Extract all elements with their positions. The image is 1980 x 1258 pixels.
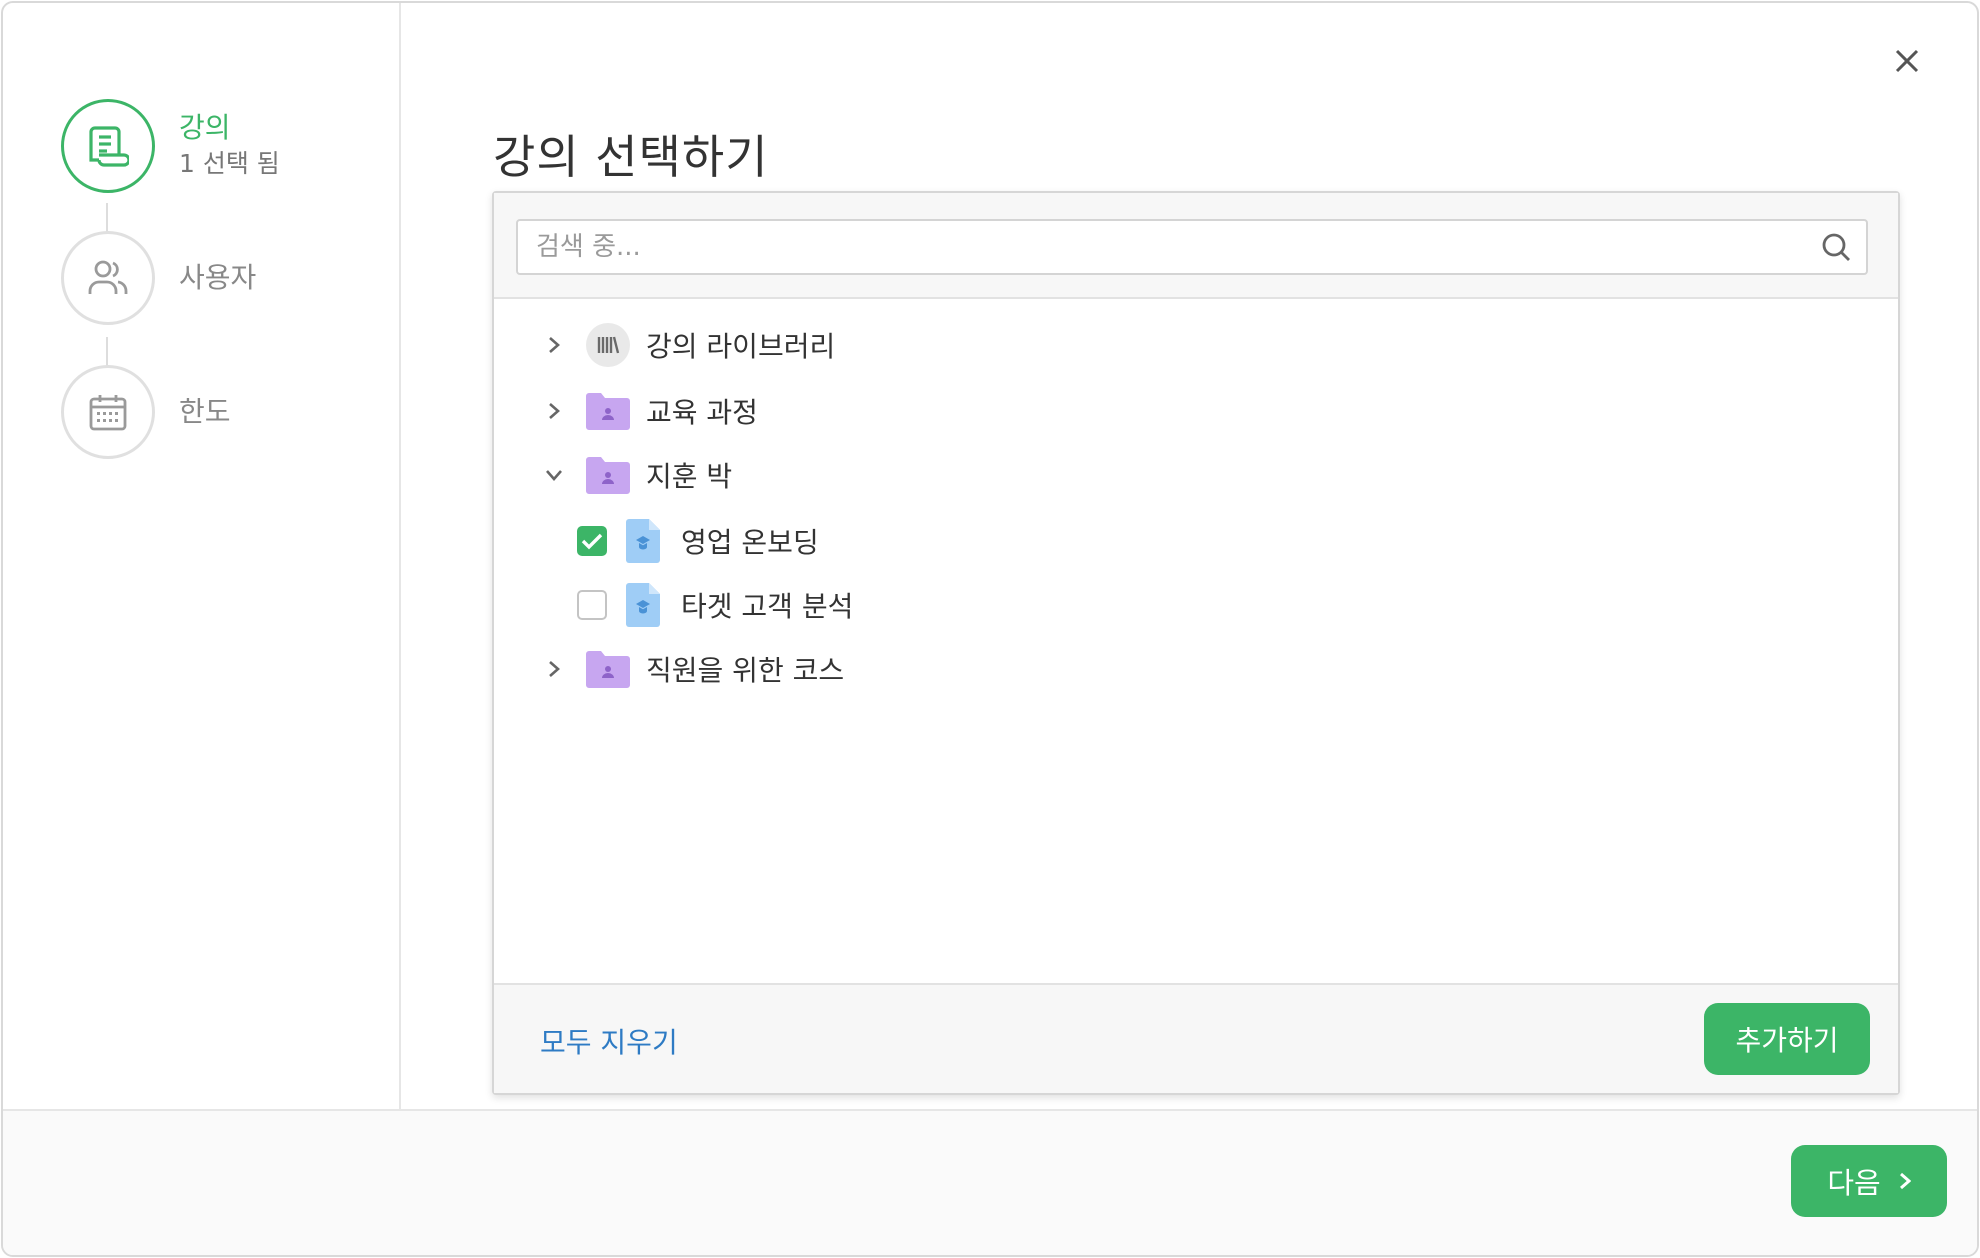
picker-footer: 모두 지우기 추가하기 (494, 983, 1898, 1093)
step-circle (61, 231, 155, 325)
add-button[interactable]: 추가하기 (1704, 1003, 1870, 1075)
step-connector (106, 337, 108, 367)
search-box (516, 219, 1868, 275)
library-icon (586, 323, 630, 367)
course-checkbox[interactable] (577, 526, 607, 556)
page-title: 강의 선택하기 (493, 130, 769, 184)
users-icon (88, 260, 128, 294)
course-file-icon (621, 519, 665, 563)
step-title: 한도 (179, 395, 231, 428)
step-connector (106, 203, 108, 233)
course-file-icon (621, 583, 665, 627)
tree-item-folder[interactable]: 직원을 위한 코스 (536, 643, 844, 695)
tree-item-label: 교육 과정 (646, 396, 758, 429)
clear-all-link[interactable]: 모두 지우기 (540, 1021, 678, 1061)
chevron-down-icon[interactable] (536, 457, 572, 493)
tree-item-folder[interactable]: 교육 과정 (536, 385, 758, 437)
stepper: 강의 1 선택 됨 사용자 한도 (3, 3, 401, 1109)
folder-user-icon (586, 453, 630, 497)
course-doc-icon (89, 126, 129, 167)
step-title: 사용자 (179, 261, 257, 294)
tree-item-library[interactable]: 강의 라이브러리 (536, 319, 835, 371)
step-circle (61, 365, 155, 459)
next-button[interactable]: 다음 (1791, 1145, 1947, 1217)
folder-user-icon (586, 389, 630, 433)
tree-item-folder[interactable]: 지훈 박 (536, 449, 732, 501)
chevron-right-icon[interactable] (536, 393, 572, 429)
step-limits[interactable]: 한도 (61, 365, 231, 459)
course-checkbox[interactable] (577, 590, 607, 620)
chevron-right-icon (1899, 1171, 1911, 1191)
tree-item-course[interactable]: 영업 온보딩 (577, 515, 819, 567)
tree-item-label: 타겟 고객 분석 (681, 590, 854, 623)
step-courses[interactable]: 강의 1 선택 됨 (61, 99, 280, 193)
search-icon[interactable] (1806, 232, 1866, 262)
close-button[interactable] (1887, 41, 1927, 81)
step-title: 강의 (179, 111, 231, 144)
folder-user-icon (586, 647, 630, 691)
next-button-label: 다음 (1827, 1166, 1881, 1200)
tree-item-course[interactable]: 타겟 고객 분석 (577, 579, 853, 631)
dialog-footer: 다음 (3, 1109, 1977, 1255)
step-subtitle: 1 선택 됨 (179, 149, 280, 178)
tree-item-label: 직원을 위한 코스 (646, 654, 845, 687)
step-users[interactable]: 사용자 (61, 231, 256, 325)
close-icon (1895, 49, 1919, 73)
calendar-icon (89, 395, 127, 431)
picker-header (494, 193, 1898, 299)
tree-item-label: 지훈 박 (646, 460, 733, 493)
search-input[interactable] (518, 221, 1806, 273)
tree-item-label: 영업 온보딩 (681, 526, 819, 559)
dialog: 강의 1 선택 됨 사용자 한도 강의 선택하기 검색 중... 강의 라이브러… (1, 1, 1979, 1257)
check-icon (581, 533, 603, 550)
chevron-right-icon[interactable] (536, 327, 572, 363)
tree-item-label: 강의 라이브러리 (646, 330, 836, 363)
course-tree: 강의 라이브러리 교육 과정 지훈 박 영업 온보딩 타겟 고객 분석 직원을 … (494, 301, 1898, 981)
step-circle (61, 99, 155, 193)
chevron-right-icon[interactable] (536, 651, 572, 687)
course-picker: 강의 라이브러리 교육 과정 (492, 191, 1900, 1095)
